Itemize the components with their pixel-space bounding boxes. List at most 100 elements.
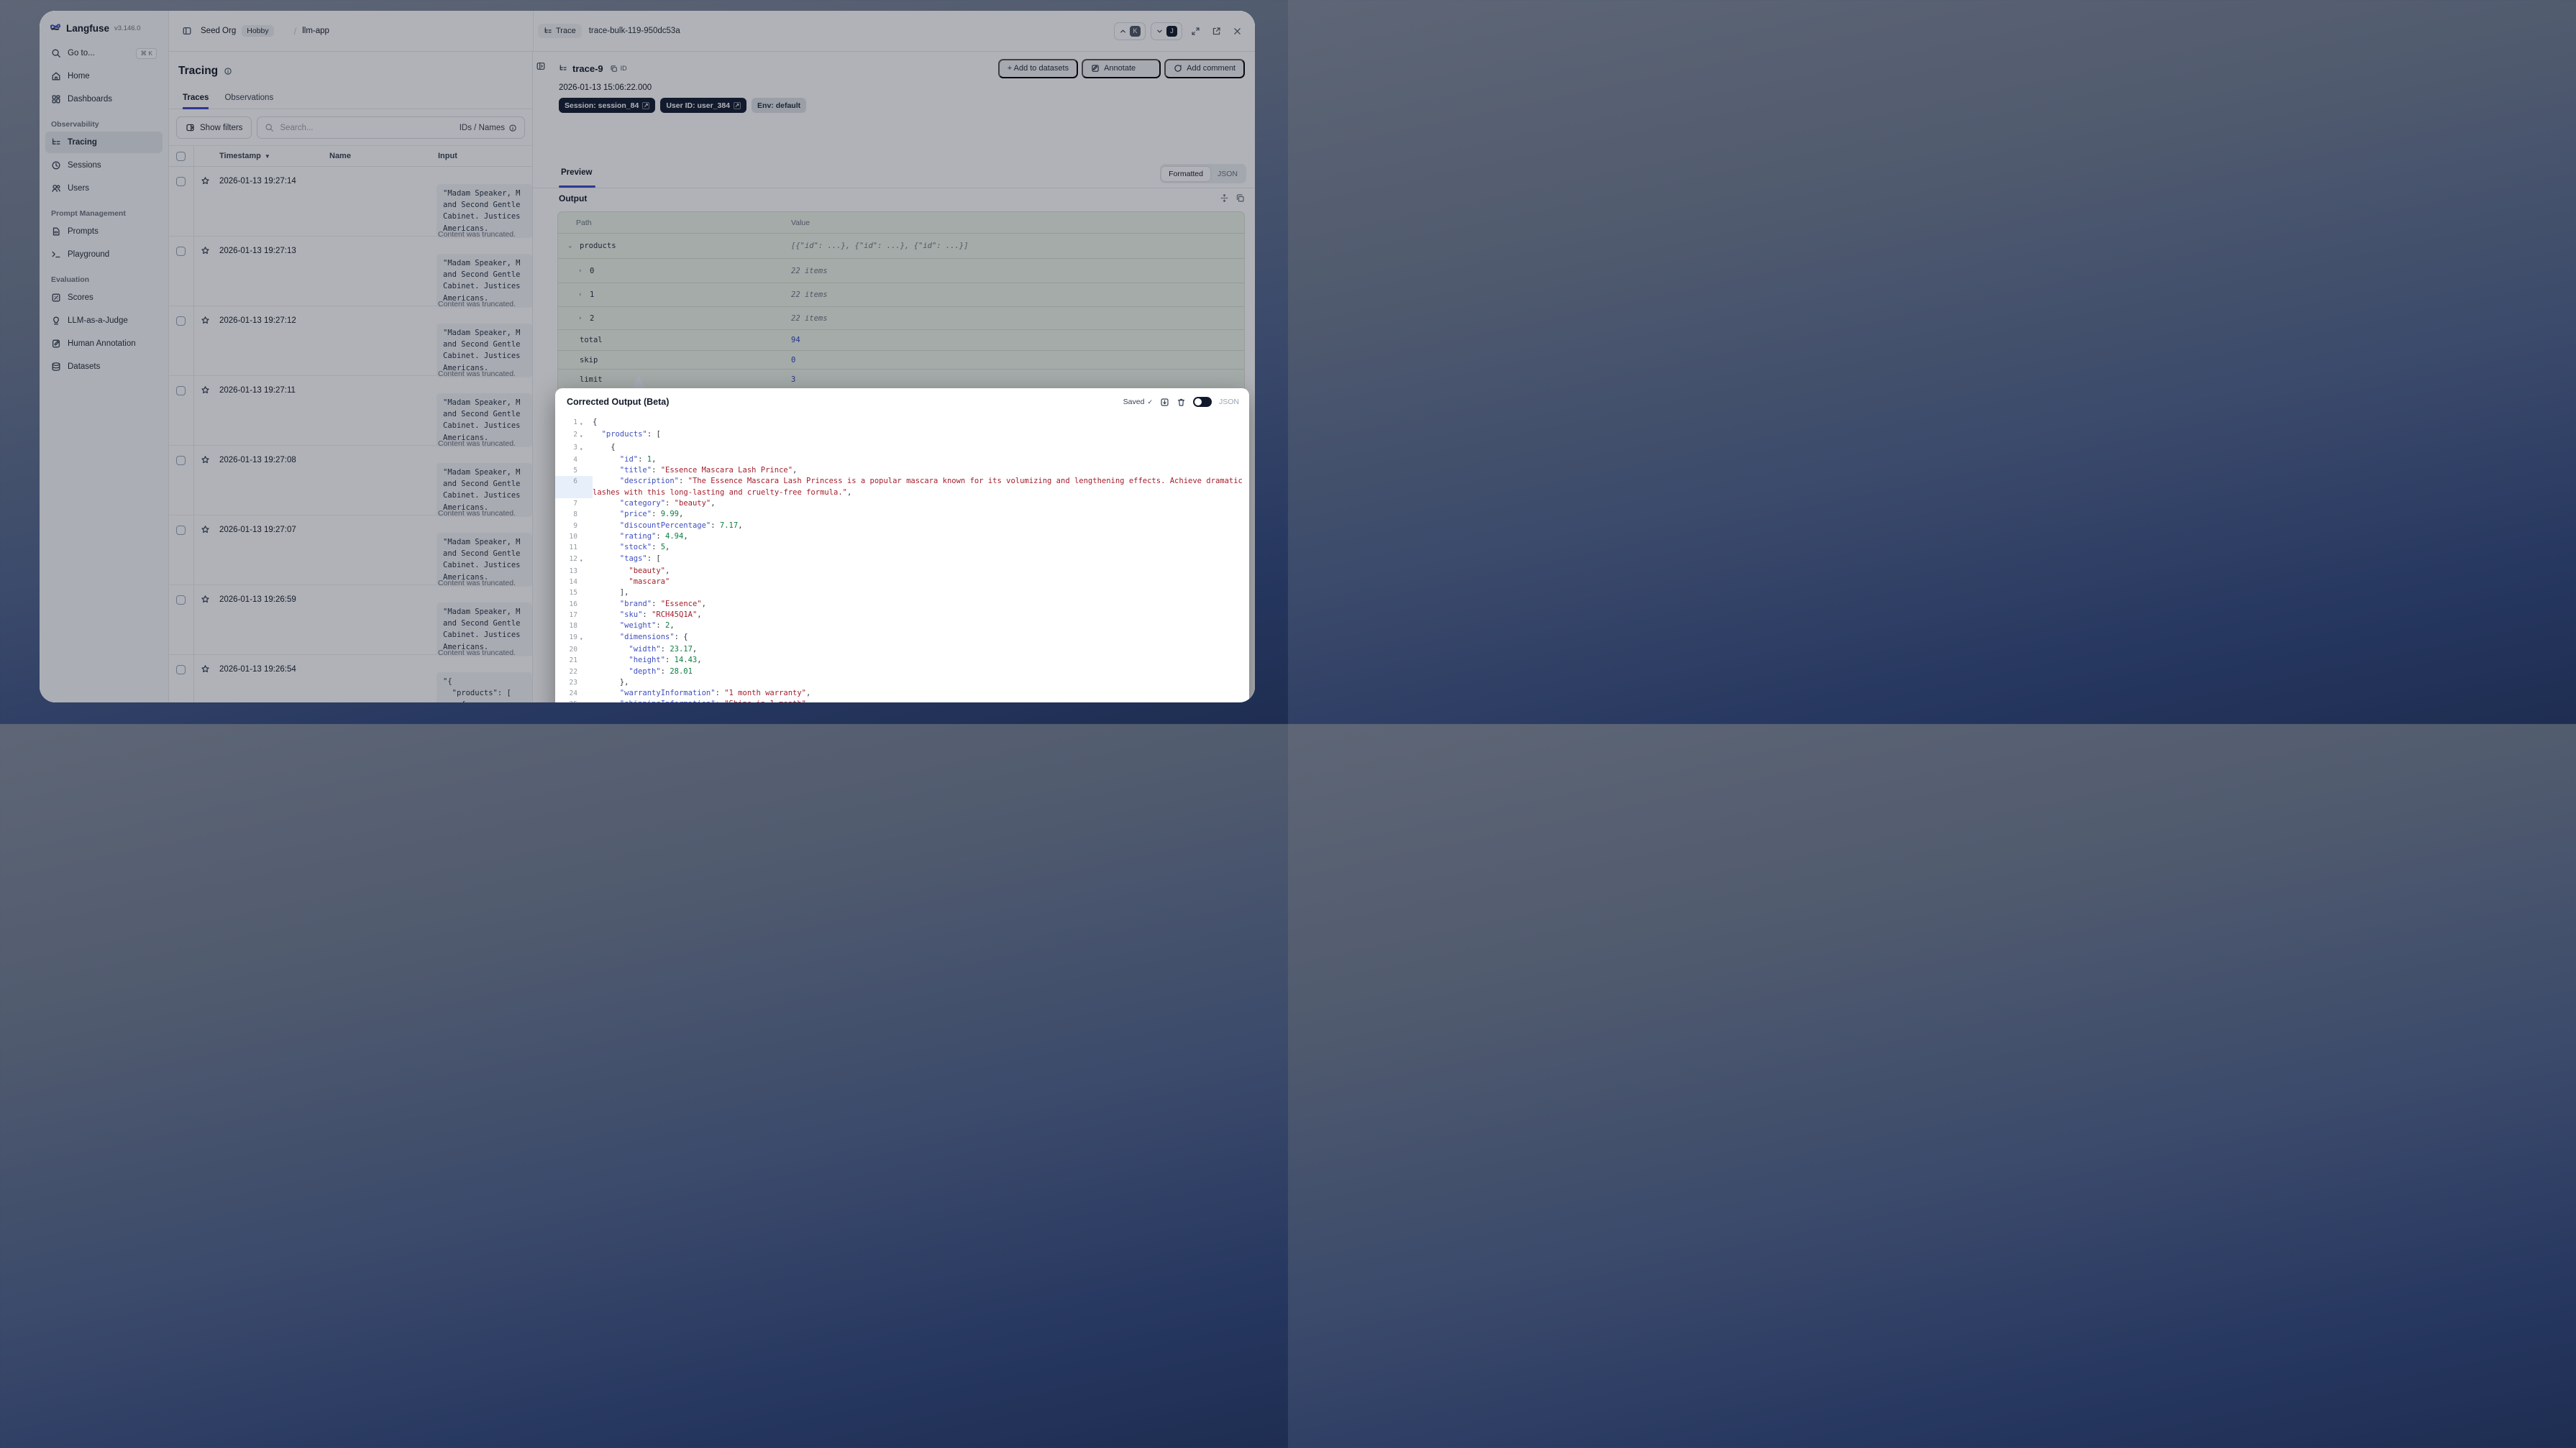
sidebar-item-prompts[interactable]: Prompts (45, 221, 163, 242)
collapse-chevron-icon[interactable]: ⌄ (568, 242, 575, 249)
table-row[interactable]: 2026-01-13 19:27:14 "Madam Speaker, M an… (169, 167, 532, 239)
column-name[interactable]: Name (329, 152, 351, 160)
fit-height-icon[interactable] (1220, 193, 1229, 203)
table-row[interactable]: 2026-01-13 19:27:08 "Madam Speaker, M an… (169, 446, 532, 518)
sidebar-item-dashboards[interactable]: Dashboards (45, 88, 163, 110)
line-gutter[interactable]: 2 ▾ (555, 429, 593, 441)
bookmark-star-icon[interactable] (201, 176, 210, 185)
sidebar-item-llm-as-a-judge[interactable]: LLM-as-a-Judge (45, 310, 163, 331)
sidebar-item-home[interactable]: Home (45, 65, 163, 87)
expand-chevron-icon[interactable]: › (578, 291, 585, 298)
line-gutter[interactable]: 17 (555, 610, 593, 620)
table-row[interactable]: 2026-01-13 19:26:54 "{ "products": [ { (169, 655, 532, 702)
sidebar-item-tracing[interactable]: Tracing (45, 132, 163, 153)
copy-id-button[interactable]: ID (606, 63, 631, 74)
prev-trace-button[interactable]: K (1114, 22, 1146, 40)
show-filters-button[interactable]: Show filters (176, 116, 252, 139)
line-gutter[interactable]: 4 (555, 454, 593, 465)
output-row-0[interactable]: › 0 22 items (558, 258, 1244, 283)
goto-search[interactable]: Go to... ⌘ K (45, 42, 163, 64)
bookmark-star-icon[interactable] (201, 455, 210, 464)
fold-chevron-icon[interactable]: ▾ (580, 429, 590, 441)
column-input[interactable]: Input (438, 152, 457, 160)
output-row-2[interactable]: › 2 22 items (558, 306, 1244, 329)
fold-chevron-icon[interactable]: ▾ (580, 632, 590, 644)
line-gutter[interactable]: 12 ▾ (555, 554, 593, 566)
line-gutter[interactable]: 1 ▾ (555, 417, 593, 429)
sidebar-item-human-annotation[interactable]: Human Annotation (45, 333, 163, 354)
line-gutter[interactable]: 5 (555, 465, 593, 476)
line-gutter[interactable]: 6 (555, 476, 593, 499)
line-gutter[interactable]: 23 (555, 677, 593, 688)
trace-badge[interactable]: User ID: user_384 ↗ (660, 98, 747, 113)
bookmark-star-icon[interactable] (201, 316, 210, 325)
sidebar-toggle-icon[interactable] (179, 23, 195, 39)
row-checkbox[interactable] (176, 386, 186, 395)
table-row[interactable]: 2026-01-13 19:27:12 "Madam Speaker, M an… (169, 306, 532, 378)
bookmark-star-icon[interactable] (201, 385, 210, 395)
bookmark-star-icon[interactable] (201, 246, 210, 255)
search-scope-label[interactable]: IDs / Names (460, 124, 505, 132)
breadcrumb-org[interactable]: Seed Org (201, 27, 236, 35)
org-chevron-down-icon[interactable] (280, 23, 288, 39)
next-trace-button[interactable]: J (1151, 22, 1182, 40)
line-gutter[interactable]: 11 (555, 542, 593, 553)
table-row[interactable]: 2026-01-13 19:26:59 "Madam Speaker, M an… (169, 585, 532, 657)
bookmark-star-icon[interactable] (201, 664, 210, 674)
save-icon[interactable] (1160, 398, 1169, 407)
row-checkbox[interactable] (176, 247, 186, 256)
close-icon[interactable] (1229, 23, 1245, 39)
breadcrumb-project[interactable]: llm-app (302, 27, 329, 35)
row-checkbox[interactable] (176, 177, 186, 186)
line-gutter[interactable]: 18 (555, 620, 593, 631)
fold-chevron-icon[interactable]: ▾ (580, 417, 590, 429)
search-input[interactable]: Search... IDs / Names (257, 116, 525, 139)
format-json[interactable]: JSON (1210, 167, 1245, 181)
line-gutter[interactable]: 19 ▾ (555, 632, 593, 644)
row-checkbox[interactable] (176, 595, 186, 605)
line-gutter[interactable]: 25 (555, 699, 593, 702)
line-gutter[interactable]: 8 (555, 509, 593, 520)
json-editor[interactable]: 1 ▾{2 ▾ "products": [3 ▾{4 "id": 1, 5 "title": … (555, 417, 1245, 702)
add-to-datasets-button[interactable]: + Add to datasets (997, 58, 1079, 78)
line-gutter[interactable]: 13 (555, 566, 593, 577)
sidebar-item-scores[interactable]: Scores (45, 287, 163, 308)
line-gutter[interactable]: 14 (555, 577, 593, 587)
row-checkbox[interactable] (176, 316, 186, 326)
table-row[interactable]: 2026-01-13 19:27:07 "Madam Speaker, M an… (169, 515, 532, 587)
line-gutter[interactable]: 15 (555, 587, 593, 598)
tab-preview[interactable]: Preview (561, 168, 592, 177)
line-gutter[interactable]: 16 (555, 599, 593, 610)
sidebar-item-playground[interactable]: Playground (45, 244, 163, 265)
table-row[interactable]: 2026-01-13 19:27:11 "Madam Speaker, M an… (169, 376, 532, 448)
tab-observations[interactable]: Observations (224, 93, 273, 109)
sidebar-item-users[interactable]: Users (45, 178, 163, 199)
output-row-1[interactable]: › 1 22 items (558, 283, 1244, 306)
expand-chevron-icon[interactable]: › (578, 315, 585, 322)
line-gutter[interactable]: 21 (555, 655, 593, 666)
sidebar-item-datasets[interactable]: Datasets (45, 356, 163, 377)
line-gutter[interactable]: 10 (555, 531, 593, 542)
add-comment-button[interactable]: Add comment (1164, 58, 1245, 78)
format-formatted[interactable]: Formatted (1161, 166, 1210, 181)
panel-collapse-icon[interactable] (536, 61, 546, 71)
bookmark-star-icon[interactable] (201, 595, 210, 604)
bookmark-star-icon[interactable] (201, 525, 210, 534)
column-timestamp[interactable]: Timestamp (219, 152, 261, 160)
tab-traces[interactable]: Traces (183, 93, 209, 109)
line-gutter[interactable]: 9 (555, 521, 593, 531)
line-gutter[interactable]: 24 (555, 688, 593, 699)
sidebar-item-sessions[interactable]: Sessions (45, 155, 163, 176)
trash-icon[interactable] (1177, 398, 1186, 407)
row-checkbox[interactable] (176, 456, 186, 465)
open-external-icon[interactable] (1208, 23, 1224, 39)
annotate-button[interactable]: Annotate (1082, 58, 1161, 78)
line-gutter[interactable]: 20 (555, 644, 593, 655)
row-checkbox[interactable] (176, 526, 186, 535)
output-row-products[interactable]: ⌄ products [{"id": ...}, {"id": ...}, {"id… (558, 233, 1244, 258)
row-checkbox[interactable] (176, 665, 186, 674)
fold-chevron-icon[interactable]: ▾ (580, 442, 590, 454)
fold-chevron-icon[interactable]: ▾ (580, 554, 590, 566)
line-gutter[interactable]: 7 (555, 498, 593, 509)
expand-chevron-icon[interactable]: › (578, 267, 585, 275)
